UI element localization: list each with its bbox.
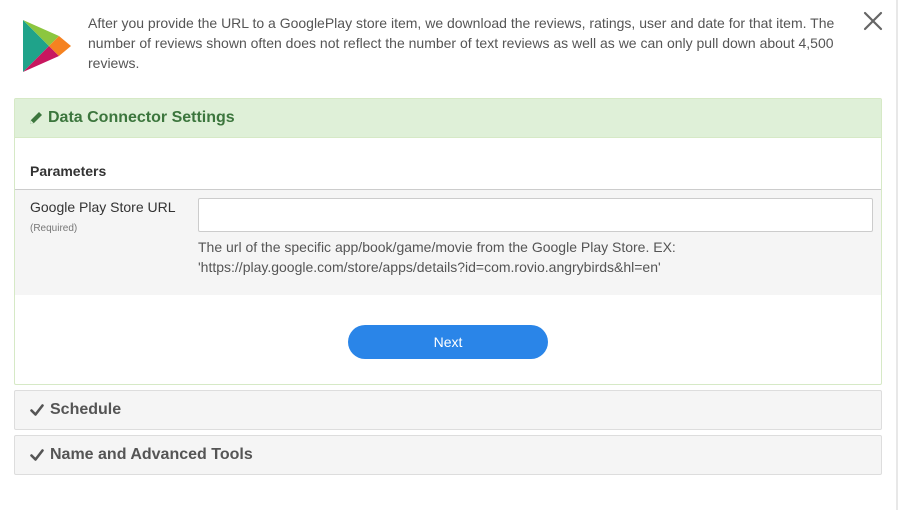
- check-icon: [30, 449, 44, 461]
- google-play-logo-icon: [23, 20, 71, 72]
- advanced-tools-panel-title: Name and Advanced Tools: [50, 446, 253, 463]
- check-icon: [30, 404, 44, 416]
- connector-dialog: After you provide the URL to a GooglePla…: [0, 0, 898, 510]
- settings-panel-title: Data Connector Settings: [48, 109, 235, 126]
- schedule-panel-title: Schedule: [50, 401, 122, 418]
- settings-panel-heading[interactable]: Data Connector Settings: [15, 99, 881, 138]
- url-field-help: The url of the specific app/book/game/mo…: [198, 239, 676, 275]
- intro-description: After you provide the URL to a GooglePla…: [88, 15, 835, 71]
- advanced-tools-panel-heading[interactable]: Name and Advanced Tools: [14, 435, 882, 475]
- next-button[interactable]: Next: [348, 325, 548, 359]
- url-parameter-row: Google Play Store URL (Required) The url…: [15, 190, 881, 295]
- schedule-panel-heading[interactable]: Schedule: [14, 390, 882, 430]
- pencil-icon: [30, 112, 42, 124]
- data-connector-settings-panel: Data Connector Settings Parameters Googl…: [14, 98, 882, 385]
- parameters-heading: Parameters: [30, 163, 107, 179]
- url-field-label: Google Play Store URL: [30, 199, 176, 215]
- google-play-url-input[interactable]: [198, 198, 873, 232]
- required-note: (Required): [30, 223, 78, 234]
- close-icon[interactable]: [862, 10, 884, 32]
